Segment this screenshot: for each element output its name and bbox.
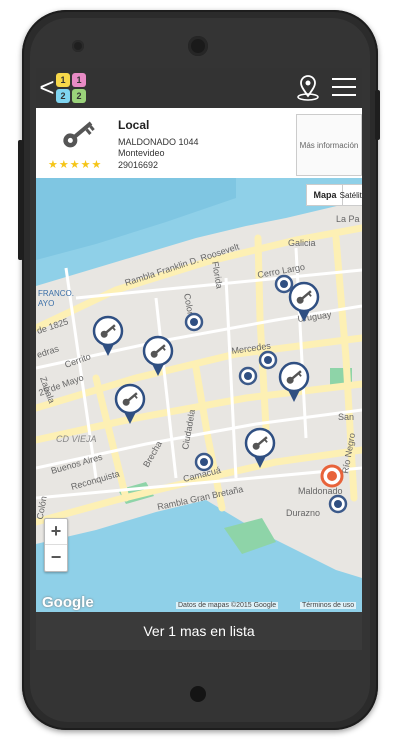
key-icon [63, 121, 95, 148]
selected-location-marker[interactable] [320, 464, 344, 488]
street-label: Ciudadela [180, 409, 197, 451]
listing-name: Local [118, 118, 150, 132]
app-screen: < 1 1 2 2 ★★★★★ Local MALDONADO 1044 Mon… [36, 68, 362, 650]
logo-tile: 2 [72, 89, 86, 103]
zoom-out-button[interactable]: − [45, 545, 67, 570]
logo-tile: 1 [56, 73, 70, 87]
hamburger-menu-icon[interactable] [332, 78, 356, 98]
back-button[interactable]: < [38, 72, 56, 104]
logo-tile: 2 [56, 89, 70, 103]
more-info-button[interactable]: Más información [296, 114, 362, 176]
terms-link[interactable]: Términos de uso [300, 602, 357, 609]
zoom-in-button[interactable]: + [45, 519, 67, 545]
map-canvas[interactable]: Rambla Franklin D. Roosevelt Galicia La … [36, 178, 362, 612]
location-dot-marker[interactable] [274, 274, 294, 294]
listing-phone[interactable]: 29016692 [118, 160, 158, 170]
district-label: CD VIEJA [56, 434, 97, 444]
listing-city: Montevideo [118, 148, 165, 158]
location-dot-marker[interactable] [258, 350, 278, 370]
volume-button [375, 90, 380, 140]
map-type-map-button[interactable]: Mapa [306, 184, 344, 206]
home-button[interactable] [190, 686, 206, 702]
listing-card[interactable]: ★★★★★ Local MALDONADO 1044 Montevideo 29… [36, 108, 362, 179]
power-button [18, 140, 23, 260]
location-dot-marker[interactable] [238, 366, 258, 386]
street-label: San [338, 412, 354, 422]
street-label: Durazno [286, 508, 320, 518]
location-dot-marker[interactable] [328, 494, 348, 514]
area-label: AYO [38, 299, 54, 308]
area-label: FRANCO. [38, 289, 74, 298]
street-label: La Pa [336, 214, 360, 224]
location-dot-marker[interactable] [184, 312, 204, 332]
logo-tile: 1 [72, 73, 86, 87]
location-pin-icon[interactable] [294, 74, 322, 102]
location-dot-marker[interactable] [194, 452, 214, 472]
app-logo: 1 1 2 2 [56, 73, 86, 103]
street-label: Maldonado [298, 486, 343, 496]
rating-stars: ★★★★★ [48, 159, 103, 171]
map-type-satellite-button[interactable]: Satélite [340, 184, 362, 206]
app-bar: < 1 1 2 2 [36, 68, 362, 108]
view-list-button[interactable]: Ver 1 mas en lista [36, 612, 362, 650]
front-camera [72, 40, 84, 52]
map-attribution: Datos de mapas ©2015 Google [176, 602, 279, 609]
earpiece-speaker [188, 36, 208, 56]
street-label: Galicia [288, 238, 316, 248]
google-logo: Google [42, 594, 94, 611]
map-view[interactable]: Rambla Franklin D. Roosevelt Galicia La … [36, 178, 362, 612]
listing-address: MALDONADO 1044 [118, 137, 199, 147]
zoom-control: + − [44, 518, 68, 572]
street-label: edras [36, 343, 61, 360]
